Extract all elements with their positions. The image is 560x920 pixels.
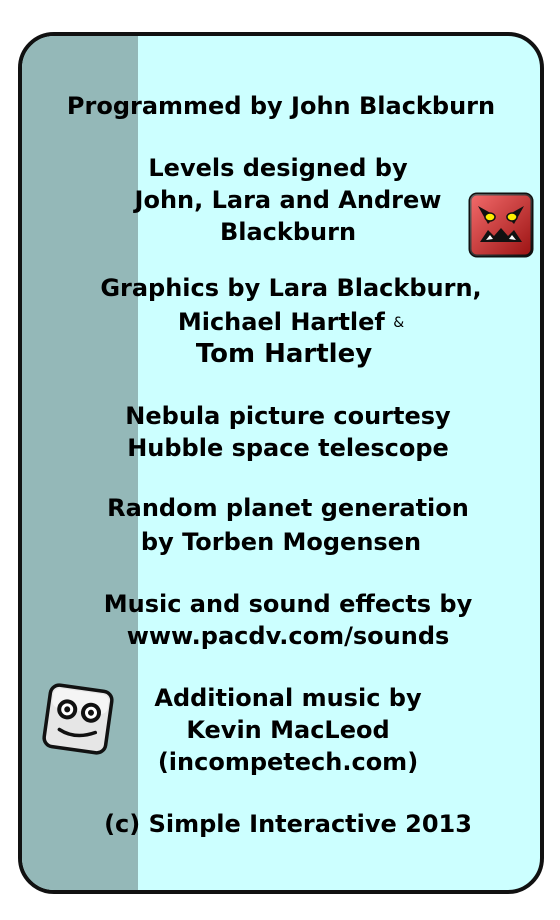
credit-graphics-ampersand: & xyxy=(393,315,405,331)
credit-levels-line2: John, Lara and Andrew xyxy=(134,186,442,214)
credit-nebula-line2: Hubble space telescope xyxy=(127,434,449,462)
credit-graphics-line2: Michael Hartlef & xyxy=(22,306,540,339)
credits-text: Programmed by John Blackburn Levels desi… xyxy=(22,36,540,890)
credit-planet-line2: by Torben Mogensen xyxy=(140,528,422,556)
credit-graphics-line3: Tom Hartley xyxy=(195,339,373,369)
credits-card: Programmed by John Blackburn Levels desi… xyxy=(18,32,544,894)
credit-nebula-line1: Nebula picture courtesy xyxy=(125,402,451,430)
smiling-grey-robot-face-icon xyxy=(42,683,114,755)
credit-graphics-line1: Graphics by Lara Blackburn, xyxy=(100,274,482,302)
credit-programmed: Programmed by John Blackburn xyxy=(66,92,496,120)
credit-graphics-name: Michael Hartlef xyxy=(177,308,385,336)
angry-red-face-icon xyxy=(468,192,534,258)
credit-copyright: (c) Simple Interactive 2013 xyxy=(104,810,472,838)
credit-music-line2: www.pacdv.com/sounds xyxy=(126,622,450,650)
credit-planet-line1: Random planet generation xyxy=(107,494,469,522)
credit-levels-line1: Levels designed by xyxy=(148,154,408,182)
credit-music-line1: Music and sound effects by xyxy=(103,590,473,618)
credit-levels-line3: Blackburn xyxy=(219,218,357,246)
